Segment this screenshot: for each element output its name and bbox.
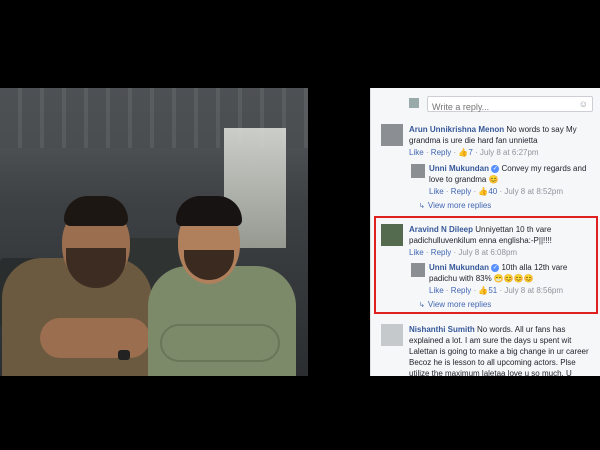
man-left-hair [64,196,128,226]
commenter-name[interactable]: Arun Unnikrishna Menon [409,125,504,134]
reply-link[interactable]: Reply [431,248,451,257]
like-link[interactable]: Like [409,148,424,157]
comment-text-aravind: Aravind N Dileep Unniyettan 10 th vare p… [409,225,552,245]
reply-input[interactable] [428,100,578,114]
reply-avatar [409,98,419,108]
comment-text-arun: Arun Unnikrishna Menon No words to say M… [409,125,577,145]
like-link[interactable]: Like [429,187,444,196]
man-left-arms [40,318,150,358]
photo [0,88,308,376]
view-more-replies[interactable]: ↳ View more replies [419,201,491,210]
comment-meta: Like · Reply · July 8 at 6:08pm [409,248,518,257]
man-right-hair [176,196,242,226]
commenter-name[interactable]: Unni Mukundan [429,263,489,272]
commenter-name[interactable]: Aravind N Dileep [409,225,473,234]
view-more-replies[interactable]: ↳ View more replies [419,300,491,309]
avatar[interactable] [381,224,403,246]
avatar[interactable] [411,263,425,277]
reply-link[interactable]: Reply [451,286,471,295]
timestamp[interactable]: July 8 at 6:27pm [480,148,539,157]
reply-arrow-icon: ↳ [419,203,425,210]
verified-icon: ✓ [491,263,500,272]
timestamp[interactable]: July 8 at 8:52pm [504,187,563,196]
thumbs-up-icon: 👍 [478,286,489,295]
like-link[interactable]: Like [409,248,424,257]
reply-text-unni: Unni Mukundan ✓ Convey my regards and lo… [429,164,587,184]
like-count[interactable]: 👍40 [478,187,497,196]
like-count[interactable]: 👍7 [458,148,472,157]
like-count[interactable]: 👍51 [478,286,497,295]
verified-icon: ✓ [491,164,500,173]
reply-box[interactable]: ☺ [427,96,593,114]
reply-link[interactable]: Reply [431,148,451,157]
thumbs-up-icon: 👍 [478,187,489,196]
avatar[interactable] [381,324,403,346]
reply-link[interactable]: Reply [451,187,471,196]
like-link[interactable]: Like [429,286,444,295]
emoji-icon[interactable]: ☺ [579,99,588,109]
comment-text-nishanthi: Nishanthi Sumith No words. All ur fans h… [409,325,589,376]
avatar[interactable] [411,164,425,178]
reply-arrow-icon: ↳ [419,302,425,309]
man-right-arms [160,324,280,362]
timestamp[interactable]: July 8 at 6:08pm [458,248,517,257]
reply-meta: Like · Reply · 👍40 · July 8 at 8:52pm [429,187,564,196]
avatar[interactable] [381,124,403,146]
reply-meta: Like · Reply · 👍51 · July 8 at 8:56pm [429,286,564,295]
comment-meta: Like · Reply · 👍7 · July 8 at 6:27pm [409,148,539,157]
commenter-name[interactable]: Nishanthi Sumith [409,325,475,334]
wristwatch [118,350,130,360]
thumbs-up-icon: 👍 [458,148,469,157]
reply-text-unni-2: Unni Mukundan ✓ 10th alla 12th vare padi… [429,263,568,283]
commenter-name[interactable]: Unni Mukundan [429,164,489,173]
timestamp[interactable]: July 8 at 8:56pm [504,286,563,295]
facebook-comments-panel: ☺ Arun Unnikrishna Menon No words to say… [370,88,600,376]
